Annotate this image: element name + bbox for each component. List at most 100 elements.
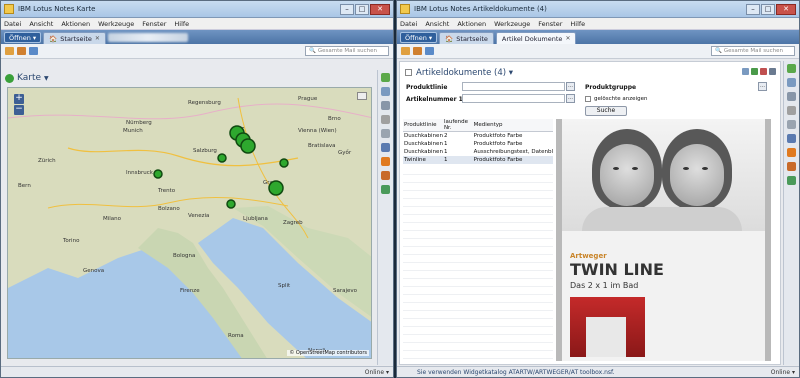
table-header: Produktlinie laufende Nr. Medientyp [403,119,553,132]
magnify-icon[interactable] [787,106,796,115]
artikelnummer-field[interactable] [462,94,565,103]
close-button[interactable]: ✕ [370,3,390,15]
close-button[interactable]: ✕ [776,3,796,15]
title-bar[interactable]: IBM Lotus Notes Artikeldokumente (4) – □… [397,1,799,18]
menu-aktionen[interactable]: Aktionen [457,20,486,28]
minimize-button[interactable]: – [746,3,760,15]
tab-artikel-dokumente[interactable]: Artikel Dokumente ✕ [495,32,577,44]
col-medientyp[interactable]: Medientyp [472,119,553,132]
calendar-icon[interactable] [381,185,390,194]
location-marker[interactable] [217,153,227,163]
delete-icon[interactable] [760,68,767,75]
people-icon[interactable] [787,92,796,101]
online-status[interactable]: Online ▾ [365,369,389,376]
tab-home[interactable]: 🏠 Startseite [439,32,494,44]
navigate-icon[interactable] [29,47,38,55]
print-icon[interactable] [769,68,776,75]
chevron-down-icon[interactable]: ▼ [44,75,49,82]
tab-blurred[interactable] [107,33,188,42]
geloeschte-checkbox[interactable] [585,96,591,102]
location-marker[interactable] [226,199,236,209]
produktlinie-field[interactable] [462,82,565,91]
activity-icon[interactable] [787,134,796,143]
select-all-checkbox[interactable] [405,69,412,76]
menu-ansicht[interactable]: Ansicht [29,20,53,28]
menu-ansicht[interactable]: Ansicht [425,20,449,28]
location-marker[interactable] [268,180,284,196]
menu-fenster[interactable]: Fenster [538,20,562,28]
new-doc-icon[interactable] [742,68,749,75]
folder-open-icon[interactable] [17,47,26,55]
cell: 1 [443,148,448,155]
map-view[interactable]: + − RegensburgPragueBrnoNürnbergLinzMuni… [7,87,372,359]
menu-werkzeuge[interactable]: Werkzeuge [98,20,134,28]
artikelnummer-picker-button[interactable]: … [566,94,575,103]
rss-icon[interactable] [787,148,796,157]
title-bar[interactable]: IBM Lotus Notes Karte – □ ✕ [1,1,393,18]
lotus-notes-icon [400,4,410,14]
phone-icon[interactable] [381,73,390,82]
document-preview[interactable]: Artweger TWIN LINE Das 2 x 1 im Bad [556,119,771,361]
col-laufende-nr[interactable]: laufende Nr. [442,119,473,132]
maximize-button[interactable]: □ [355,3,369,15]
open-button[interactable]: Öffnen ▾ [4,32,42,43]
magnify-icon[interactable] [381,115,390,124]
geloeschte-label: gelöschte anzeigen [594,96,648,102]
folder-open-icon[interactable] [413,47,422,55]
location-marker[interactable] [240,138,256,154]
search-input[interactable]: 🔍 Gesamte Mail suchen [711,46,795,56]
location-marker[interactable] [279,158,289,168]
location-marker[interactable] [153,169,163,179]
produktlinie-picker-button[interactable]: … [566,82,575,91]
people-icon[interactable] [381,101,390,110]
phone-icon[interactable] [787,64,796,73]
menu-bar: Datei Ansicht Aktionen Werkzeuge Fenster… [1,18,393,30]
grid-icon[interactable] [381,87,390,96]
view-title[interactable]: Karte [17,73,41,83]
view-title[interactable]: Artikeldokumente (4) ▾ [416,68,513,78]
menu-datei[interactable]: Datei [4,20,21,28]
toolbar: 🔍 Gesamte Mail suchen [1,44,393,59]
product-subtitle: Das 2 x 1 im Bad [570,281,639,290]
calendar-icon[interactable] [787,176,796,185]
maximize-button[interactable]: □ [761,3,775,15]
cell: Duschkabinen [404,132,443,139]
gear-icon[interactable] [787,120,796,129]
briefcase-icon[interactable] [381,171,390,180]
briefcase-icon[interactable] [787,162,796,171]
search-input[interactable]: 🔍 Gesamte Mail suchen [305,46,389,56]
refresh-icon[interactable] [751,68,758,75]
close-tab-icon[interactable]: ✕ [565,35,570,42]
cell: Produktfoto Farbe [473,140,523,147]
menu-hilfe[interactable]: Hilfe [570,20,585,28]
online-status[interactable]: Online ▾ [771,369,795,376]
folder-icon[interactable] [5,47,14,55]
menu-werkzeuge[interactable]: Werkzeuge [494,20,530,28]
table-row[interactable]: Duschkabinen 2 Produktfoto Farbe [403,132,553,140]
menu-aktionen[interactable]: Aktionen [61,20,90,28]
menu-datei[interactable]: Datei [400,20,417,28]
shoulders-shape [582,207,742,231]
tab-home[interactable]: 🏠 Startseite ✕ [43,32,106,44]
menu-fenster[interactable]: Fenster [142,20,166,28]
search-button[interactable]: Suche [585,106,627,116]
table-row[interactable]: Twinline 1 Produktfoto Farbe [403,155,553,164]
face-shape [670,144,724,206]
table-row[interactable]: Duschkabinen 1 Ausschreibungstext, Datenbl [403,148,553,156]
minimize-button[interactable]: – [340,3,354,15]
map-attribution[interactable]: © OpenStreetMap contributors [287,350,369,356]
search-icon: 🔍 [715,48,722,54]
table-row[interactable]: Duschkabinen 1 Produktfoto Farbe [403,140,553,148]
gear-icon[interactable] [381,129,390,138]
open-button[interactable]: Öffnen ▾ [400,32,438,43]
col-produktlinie[interactable]: Produktlinie [403,119,443,132]
produktgruppe-picker-button[interactable]: … [758,82,767,91]
rss-icon[interactable] [381,157,390,166]
home-icon: 🏠 [445,34,454,43]
menu-hilfe[interactable]: Hilfe [174,20,189,28]
grid-icon[interactable] [787,78,796,87]
close-tab-icon[interactable]: ✕ [95,35,100,42]
folder-icon[interactable] [401,47,410,55]
activity-icon[interactable] [381,143,390,152]
navigate-icon[interactable] [425,47,434,55]
